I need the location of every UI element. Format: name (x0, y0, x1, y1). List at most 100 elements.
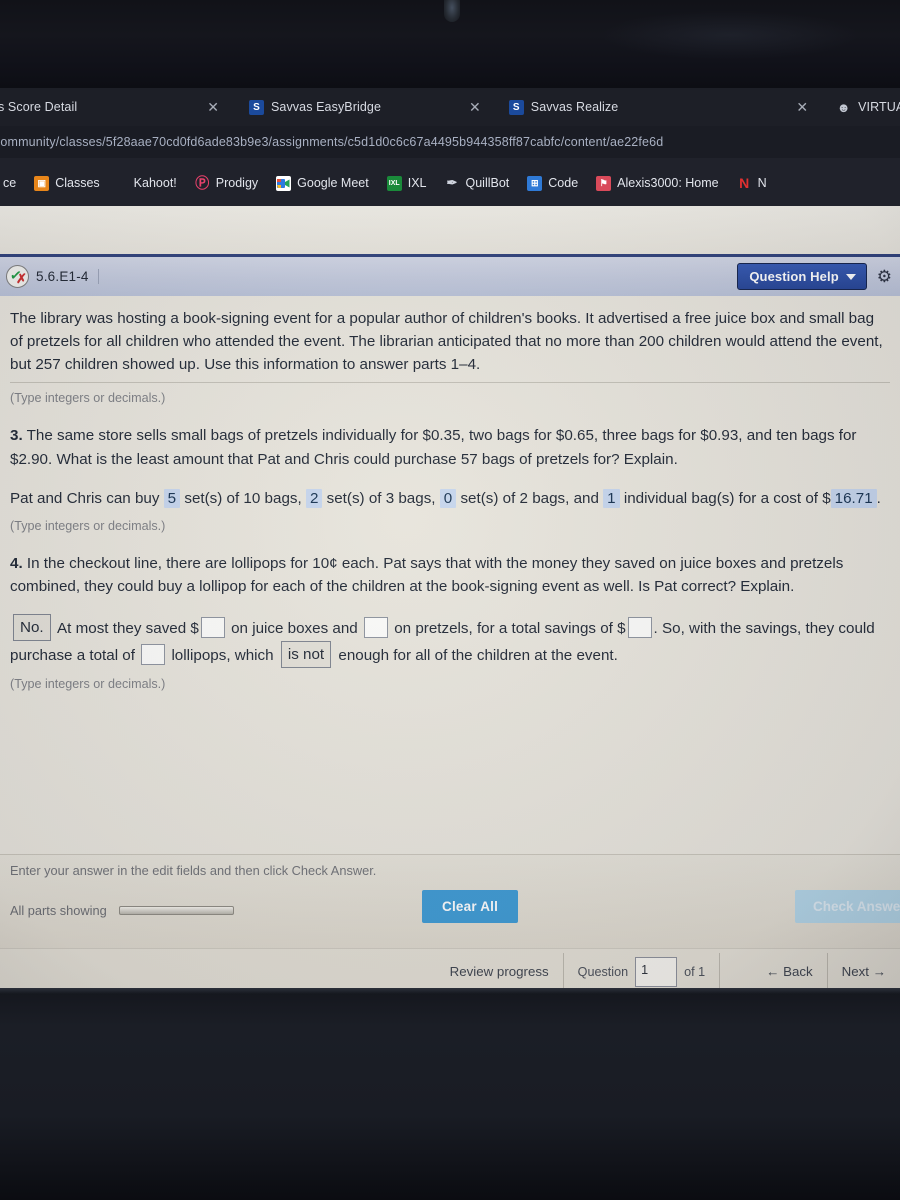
url-text: community/classes/5f28aae70cd0fd6ade83b9… (0, 135, 664, 149)
label-at-most-saved: At most they saved $ (57, 620, 199, 638)
screen-glare (600, 10, 860, 60)
label-sets-of-3: set(s) of 3 bags, (326, 489, 436, 507)
label-sets-of-10: set(s) of 10 bags, (184, 489, 302, 507)
chevron-down-icon (845, 273, 856, 280)
tab-close-icon[interactable]: ✕ (463, 100, 487, 114)
divider (10, 382, 890, 384)
question-help-label: Question Help (749, 269, 839, 284)
back-button[interactable]: ← Back (720, 952, 827, 989)
all-parts-showing-label: All parts showing (10, 902, 107, 918)
check-x-circle-icon: ✓ ✗ (6, 265, 29, 288)
alexis-icon: ⚑ (596, 175, 612, 191)
review-progress-button[interactable]: Review progress (436, 952, 563, 989)
monitor-bottom-bezel (0, 988, 900, 1200)
bookmark-item-google-meet[interactable]: Google Meet (267, 172, 378, 195)
input-total-savings[interactable] (627, 617, 652, 639)
gear-icon[interactable]: ⚙ (877, 268, 892, 285)
question-help-button[interactable]: Question Help (737, 263, 867, 290)
browser-tab[interactable]: s Score Detail (0, 88, 81, 126)
tab-close-icon[interactable]: ✕ (790, 100, 814, 114)
browser-tabstrip: s Score Detail ✕ S Savvas EasyBridge ✕ S… (0, 88, 900, 126)
bezel-sheen (0, 988, 900, 994)
bookmark-item-prodigy[interactable]: Ⓟ Prodigy (186, 172, 267, 195)
intro-hint: (Type integers or decimals.) (10, 391, 166, 406)
n-icon: N (739, 175, 750, 191)
bookmark-item-classes[interactable]: ▣ Classes (25, 172, 108, 195)
savvas-icon: S (508, 99, 524, 115)
label-enough-for-all: enough for all of the children at the ev… (338, 647, 618, 665)
bookmark-label: Code (548, 176, 579, 190)
bookmark-item-ixl[interactable]: IXL IXL (378, 172, 436, 195)
input-sets-of-10[interactable]: 5 (163, 488, 181, 508)
webcam-icon (444, 0, 460, 22)
input-sets-of-3[interactable]: 2 (305, 488, 323, 508)
bookmark-label: N (757, 176, 767, 190)
question-number-group: Question 1 of 1 (564, 952, 719, 989)
period: . (876, 489, 881, 507)
browser-address-bar[interactable]: community/classes/5f28aae70cd0fd6ade83b9… (0, 126, 900, 158)
bookmark-item-quillbot[interactable]: ✒ QuillBot (436, 172, 519, 195)
question-label: Question (577, 964, 629, 979)
bookmark-label: IXL (407, 176, 427, 190)
input-individual-bags[interactable]: 1 (603, 488, 620, 508)
check-answer-button[interactable]: Check Answer (795, 890, 900, 923)
meet-glyph (277, 178, 290, 188)
person-icon: ☻ (836, 99, 851, 115)
bookmark-label: Prodigy (215, 176, 259, 190)
question4-text: In the checkout line, there are lollipop… (10, 554, 844, 595)
input-sets-of-2[interactable]: 0 (439, 488, 457, 508)
classes-icon: ▣ (34, 175, 50, 191)
review-progress-label: Review progress (449, 964, 549, 979)
bookmarks-bar: ce ▣ Classes Kahoot! Ⓟ Prodigy Google Me… (0, 158, 900, 206)
bookmark-item-n[interactable]: N N (728, 172, 776, 195)
browser-tab[interactable]: S Savvas EasyBridge (247, 88, 385, 126)
question-navbar: Review progress Question 1 of 1 ← Back N… (0, 948, 900, 988)
question3-hint: (Type integers or decimals.) (10, 518, 166, 533)
clear-all-button[interactable]: Clear All (422, 890, 519, 923)
bookmark-item-ce[interactable]: ce (0, 172, 25, 194)
bookmark-item-code[interactable]: ⊞ Code (518, 172, 587, 195)
answer-lead: Pat and Chris can buy (10, 489, 160, 507)
question3-number: 3. (10, 427, 23, 445)
input-total-cost[interactable]: 16.71 (830, 488, 877, 508)
dropdown-is-pat-correct[interactable]: No. (13, 614, 51, 642)
browser-tab[interactable]: S Savvas Realize (507, 88, 623, 126)
dropdown-is-enough[interactable]: is not (280, 641, 332, 669)
input-lollipop-count[interactable] (141, 644, 166, 666)
question-of-label: of 1 (684, 964, 706, 979)
question4-answer-line: No. At most they saved $ on juice boxes … (10, 614, 890, 669)
code-icon: ⊞ (527, 175, 543, 191)
bookmark-label: QuillBot (465, 176, 510, 190)
page-top-band (0, 206, 900, 254)
question4-prompt: 4. In the checkout line, there are lolli… (10, 552, 890, 598)
bookmark-label: Google Meet (297, 176, 369, 190)
bookmark-item-kahoot[interactable]: Kahoot! (125, 172, 186, 194)
label-sets-of-2: set(s) of 2 bags, and (460, 489, 599, 507)
tab-close-icon[interactable]: ✕ (201, 100, 225, 114)
input-pretzel-savings[interactable] (363, 617, 388, 639)
exercise-id: 5.6.E1-4 (36, 269, 99, 284)
prodigy-icon: Ⓟ (195, 175, 210, 191)
next-button[interactable]: Next → (828, 952, 900, 989)
parts-slider[interactable] (118, 905, 234, 915)
question-number-input[interactable]: 1 (635, 956, 678, 987)
mathxl-page: ✓ ✗ 5.6.E1-4 Question Help ⚙ The library… (0, 206, 900, 988)
bookmark-label: Alexis3000: Home (617, 176, 719, 190)
savvas-icon: S (248, 99, 264, 115)
question4-hint: (Type integers or decimals.) (10, 677, 166, 692)
question-content: The library was hosting a book-signing e… (0, 296, 900, 695)
monitor-top-bezel (0, 0, 900, 88)
intro-paragraph: The library was hosting a book-signing e… (10, 310, 883, 374)
bookmark-label: Kahoot! (133, 176, 177, 190)
google-meet-icon (276, 175, 292, 191)
input-juice-savings[interactable] (200, 617, 225, 639)
label-on-juice-boxes: on juice boxes and (231, 620, 358, 638)
monitor-photo: s Score Detail ✕ S Savvas EasyBridge ✕ S… (0, 0, 900, 1200)
tab-title: Savvas EasyBridge (270, 100, 382, 114)
bookmark-item-alexis3000[interactable]: ⚑ Alexis3000: Home (587, 172, 727, 195)
next-label: Next → (841, 964, 886, 979)
bookmark-label: Classes (55, 176, 100, 190)
answer-toolbar: Enter your answer in the edit fields and… (0, 854, 900, 948)
browser-tab[interactable]: ☻ VIRTUAL Choir (6t (834, 88, 900, 126)
ixl-icon: IXL (386, 175, 402, 191)
